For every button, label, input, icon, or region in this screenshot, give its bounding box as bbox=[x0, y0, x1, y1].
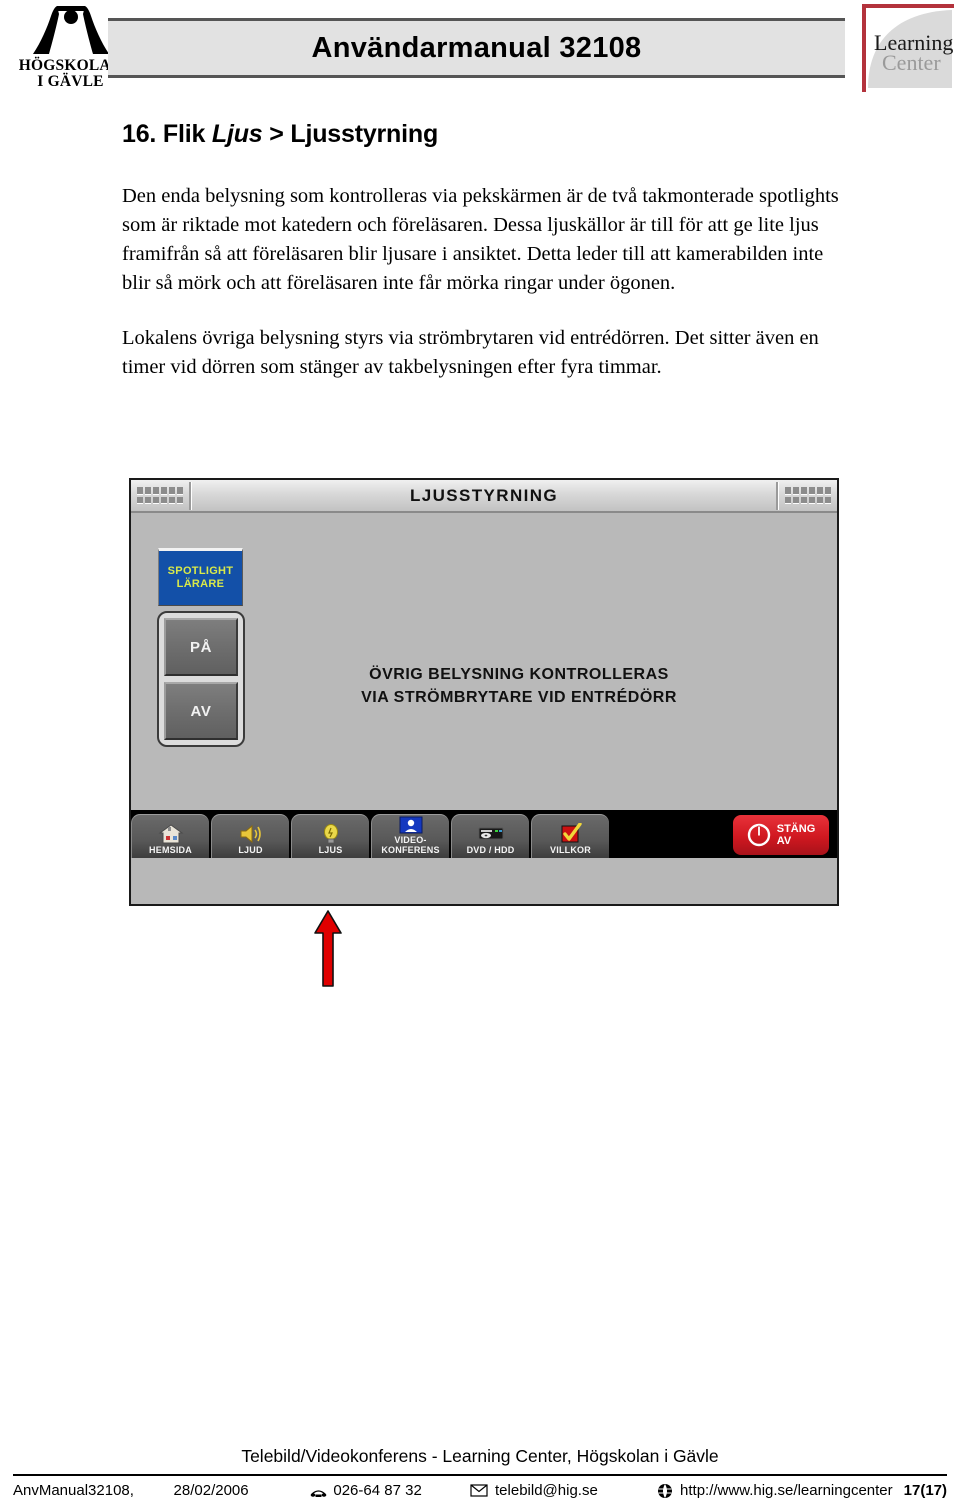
body-paragraph-1: Den enda belysning som kontrolleras via … bbox=[122, 185, 839, 294]
footer-metadata-row: AnvManual32108, 28/02/2006 026-64 87 32 … bbox=[13, 1476, 947, 1507]
footer-email-address[interactable]: telebild@hig.se bbox=[495, 1482, 598, 1499]
power-off-label-line1: STÄNG bbox=[776, 823, 816, 835]
other-lighting-note-line1: ÖVRIG BELYSNING KONTROLLERAS bbox=[369, 666, 669, 683]
page-content: 16. Flik Ljus > Ljusstyrning Den enda be… bbox=[0, 120, 960, 382]
taskbar-button-hemsida[interactable]: HEMSIDA bbox=[131, 814, 209, 858]
document-title-band: Användarmanual 32108 bbox=[108, 18, 845, 78]
hogskolan-logo-mark bbox=[27, 4, 115, 58]
power-icon bbox=[747, 823, 771, 847]
spotlight-on-button[interactable]: PÅ bbox=[164, 618, 238, 676]
svg-text:Center: Center bbox=[882, 50, 941, 75]
body-paragraph-2: Lokalens övriga belysning styrs via strö… bbox=[122, 327, 819, 378]
touchscreen-screenshot: LJUSSTYRNING SPOTLIGHT LÄRARE PÅ AV ÖVRI… bbox=[129, 478, 839, 906]
spotlight-off-button[interactable]: AV bbox=[164, 682, 238, 740]
taskbar-label-videokonferens-line1: VIDEO- bbox=[394, 835, 427, 845]
dvd-player-icon bbox=[477, 822, 505, 846]
page-title: 16. Flik Ljus > Ljusstyrning bbox=[122, 120, 822, 149]
other-lighting-note-line2: VIA STRÖMBRYTARE VID ENTRÉDÖRR bbox=[361, 689, 677, 706]
footer-doc-id: AnvManual32108, bbox=[13, 1482, 134, 1499]
footer-page-number: 17(17) bbox=[903, 1482, 947, 1499]
page-footer: Telebild/Videokonferens - Learning Cente… bbox=[0, 1446, 960, 1507]
taskbar-label-videokonferens: VIDEO- KONFERENS bbox=[381, 835, 440, 857]
telephone-icon bbox=[310, 1484, 327, 1498]
envelope-icon bbox=[470, 1484, 488, 1497]
power-off-label-line2: AV bbox=[776, 835, 792, 847]
footer-website: http://www.hig.se/learningcenter 17(17) bbox=[657, 1482, 947, 1499]
footer-organization: Telebild/Videokonferens - Learning Cente… bbox=[241, 1446, 719, 1466]
footer-email: telebild@hig.se bbox=[470, 1482, 657, 1499]
power-off-button[interactable]: STÄNG AV bbox=[733, 815, 829, 855]
speaker-icon bbox=[238, 822, 264, 846]
lightbulb-icon bbox=[318, 822, 344, 846]
taskbar-button-ljus[interactable]: LJUS bbox=[291, 814, 369, 858]
spotlight-label-line2: LÄRARE bbox=[176, 578, 225, 590]
power-off-label: STÄNG AV bbox=[777, 823, 816, 847]
touchscreen-taskbar: HEMSIDA LJUD LJUS VIDEO- KONFERENS DVD /… bbox=[131, 810, 837, 858]
footer-phone-number: 026-64 87 32 bbox=[333, 1482, 422, 1499]
taskbar-label-villkor: VILLKOR bbox=[550, 844, 591, 855]
heading-italic-word: Ljus bbox=[211, 120, 263, 148]
taskbar-label-ljus: LJUS bbox=[318, 844, 343, 855]
other-lighting-note: ÖVRIG BELYSNING KONTROLLERAS VIA STRÖMBR… bbox=[299, 663, 739, 709]
red-up-arrow-annotation bbox=[313, 910, 343, 988]
spotlight-label-line1: SPOTLIGHT bbox=[167, 565, 234, 577]
touchscreen-titlebar: LJUSSTYRNING bbox=[131, 480, 837, 513]
spotlight-toggle-group: PÅ AV bbox=[157, 611, 245, 747]
speaker-grille-right-icon bbox=[785, 487, 831, 504]
footer-date: 28/02/2006 bbox=[173, 1482, 249, 1499]
taskbar-label-ljud: LJUD bbox=[238, 844, 263, 855]
page-header: HÖGSKOLAN I GÄVLE Användarmanual 32108 L… bbox=[0, 0, 960, 100]
taskbar-label-hemsida: HEMSIDA bbox=[149, 844, 192, 855]
learning-center-logo: Learning Center bbox=[856, 2, 956, 94]
taskbar-button-videokonferens[interactable]: VIDEO- KONFERENS bbox=[371, 814, 449, 858]
speaker-grille-left-icon bbox=[137, 487, 183, 504]
taskbar-button-dvd-hdd[interactable]: DVD / HDD bbox=[451, 814, 529, 858]
checkmark-icon bbox=[559, 822, 583, 846]
globe-icon bbox=[657, 1483, 673, 1499]
heading-rest: > Ljusstyrning bbox=[262, 120, 439, 148]
video-conference-icon bbox=[398, 815, 424, 836]
house-icon bbox=[157, 822, 184, 846]
touchscreen-body: SPOTLIGHT LÄRARE PÅ AV ÖVRIG BELYSNING K… bbox=[131, 513, 837, 858]
document-title: Användarmanual 32108 bbox=[311, 31, 642, 64]
footer-website-url[interactable]: http://www.hig.se/learningcenter bbox=[680, 1482, 893, 1499]
taskbar-label-videokonferens-line2: KONFERENS bbox=[381, 844, 440, 855]
touchscreen-title: LJUSSTYRNING bbox=[409, 485, 559, 505]
titlebar-divider-right bbox=[776, 481, 779, 510]
footer-phone: 026-64 87 32 bbox=[310, 1482, 470, 1499]
taskbar-button-villkor[interactable]: VILLKOR bbox=[531, 814, 609, 858]
taskbar-button-ljud[interactable]: LJUD bbox=[211, 814, 289, 858]
heading-number: 16. Flik bbox=[122, 120, 212, 148]
taskbar-label-dvd-hdd: DVD / HDD bbox=[466, 844, 515, 855]
spotlight-larare-button[interactable]: SPOTLIGHT LÄRARE bbox=[158, 548, 243, 606]
